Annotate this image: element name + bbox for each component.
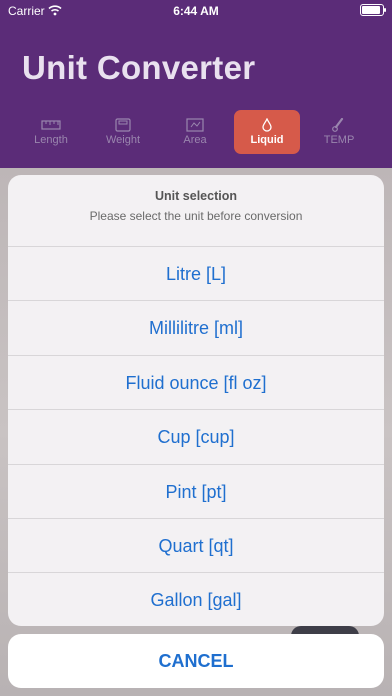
unit-option-gallon[interactable]: Gallon [gal] bbox=[8, 573, 384, 626]
battery-icon bbox=[360, 4, 386, 16]
tab-label: Area bbox=[183, 134, 207, 146]
droplet-icon bbox=[262, 118, 272, 132]
tab-temp[interactable]: TEMP bbox=[306, 110, 372, 154]
scale-icon bbox=[115, 118, 131, 132]
tab-area[interactable]: Area bbox=[162, 110, 228, 154]
ruler-icon bbox=[41, 120, 61, 130]
tab-weight[interactable]: Weight bbox=[90, 110, 156, 154]
unit-option-litre[interactable]: Litre [L] bbox=[8, 247, 384, 302]
tab-label: TEMP bbox=[323, 134, 355, 146]
tab-label: Liquid bbox=[250, 134, 284, 146]
unit-option-millilitre[interactable]: Millilitre [ml] bbox=[8, 301, 384, 356]
cancel-button[interactable]: CANCEL bbox=[8, 634, 384, 688]
area-icon bbox=[186, 118, 204, 132]
action-sheet-header: Unit selection Please select the unit be… bbox=[8, 175, 384, 247]
clock: 6:44 AM bbox=[173, 4, 219, 18]
unit-option-quart[interactable]: Quart [qt] bbox=[8, 519, 384, 574]
action-sheet-title: Unit selection bbox=[155, 189, 237, 203]
tab-length[interactable]: Length bbox=[18, 110, 84, 154]
unit-action-sheet: Unit selection Please select the unit be… bbox=[8, 175, 384, 626]
action-sheet-message: Please select the unit before conversion bbox=[89, 209, 303, 223]
unit-option-pint[interactable]: Pint [pt] bbox=[8, 465, 384, 519]
app-header: Carrier 6:44 AM Unit Converter Length We… bbox=[0, 0, 392, 168]
battery-fill bbox=[362, 6, 380, 14]
status-bar: Carrier 6:44 AM bbox=[0, 0, 392, 22]
unit-option-cup[interactable]: Cup [cup] bbox=[8, 410, 384, 465]
tab-label: Length bbox=[34, 134, 68, 146]
page-title: Unit Converter bbox=[22, 49, 256, 86]
unit-option-fluid-ounce[interactable]: Fluid ounce [fl oz] bbox=[8, 356, 384, 411]
thermometer-icon bbox=[332, 118, 344, 132]
unit-tabs: Length Weight Area Liquid TEMP bbox=[18, 110, 374, 156]
tab-liquid[interactable]: Liquid bbox=[234, 110, 300, 154]
tab-label: Weight bbox=[105, 134, 141, 146]
